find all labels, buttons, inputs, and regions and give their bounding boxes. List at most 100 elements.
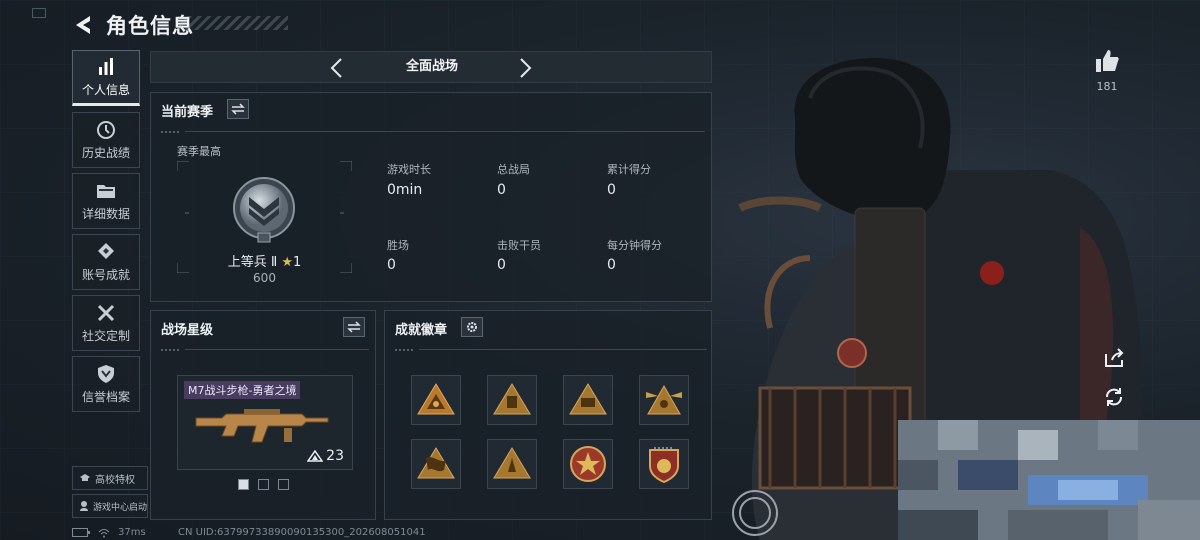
- rifle-icon: [195, 409, 329, 443]
- star-icon: ★: [281, 255, 294, 270]
- stat-value: 0: [607, 257, 616, 273]
- achievement-medal[interactable]: [487, 375, 537, 425]
- mode-title: 全面战场: [405, 59, 458, 74]
- sidebar-item-label: 详细数据: [81, 206, 130, 221]
- swap-icon: [231, 103, 245, 115]
- triangle-medal-icon: [417, 447, 455, 479]
- stat-label: 游戏时长: [387, 163, 431, 176]
- rank-name: 上等兵 Ⅱ ★1: [177, 251, 352, 270]
- stat-label: 总战局: [497, 163, 530, 176]
- sidebar-item-details[interactable]: 详细数据: [72, 173, 140, 229]
- winged-medal-icon: [646, 384, 682, 415]
- stat-value: 0: [607, 182, 616, 198]
- gear-icon: [467, 322, 477, 332]
- tools-icon: [97, 304, 115, 321]
- wifi-icon: [98, 528, 110, 537]
- page-dot[interactable]: [258, 479, 269, 490]
- rank-stars: 1: [293, 255, 302, 270]
- diamond-badge-icon: [98, 242, 114, 259]
- stat-label: 击败干员: [497, 239, 541, 252]
- divider-tick: [395, 349, 415, 351]
- season-title: 当前赛季: [161, 105, 214, 120]
- battlefield-star-panel: 战场星级 M7战斗步枪-勇者之境 23: [150, 310, 376, 520]
- rank-emblem-icon: [233, 177, 295, 243]
- triangle-medal-icon: [493, 383, 531, 415]
- triangle-medal-icon: [493, 447, 531, 479]
- clock-icon: [97, 120, 115, 139]
- divider-line: [185, 349, 369, 350]
- mode-selector: 全面战场: [150, 51, 712, 83]
- thumbs-up-icon[interactable]: [1094, 48, 1120, 74]
- status-bar: 37ms: [72, 527, 146, 538]
- current-season-panel: 当前赛季 赛季最高 上等兵 Ⅱ ★1 600 游戏时长 0min 总战局 0 累…: [150, 92, 712, 302]
- achievement-medal[interactable]: [411, 439, 461, 489]
- graduation-cap-icon: [80, 474, 90, 481]
- sidebar-item-label: 信誉档案: [81, 389, 130, 404]
- rotate-icon[interactable]: [1102, 385, 1126, 409]
- sidebar-item-label: 社交定制: [81, 328, 130, 343]
- person-icon: [80, 501, 88, 511]
- stat-value: 0: [387, 257, 396, 273]
- achievement-medal[interactable]: [639, 375, 689, 425]
- weapon-name: M7战斗步枪-勇者之境: [184, 381, 301, 399]
- share-icon[interactable]: [1102, 346, 1126, 370]
- battery-icon: [72, 528, 90, 537]
- sidebar-item-social-custom[interactable]: 社交定制: [72, 295, 140, 351]
- achievement-settings-button[interactable]: [461, 317, 483, 337]
- stat-label: 胜场: [387, 239, 409, 252]
- swap-icon: [347, 321, 361, 333]
- divider-tick: [161, 131, 181, 133]
- achievement-medal[interactable]: [411, 375, 461, 425]
- stars-switch-button[interactable]: [343, 317, 365, 337]
- corner-decoration: [32, 8, 46, 18]
- triangle-medal-icon: [417, 383, 455, 415]
- divider-line: [185, 131, 705, 132]
- sidebar-item-label: 历史战绩: [81, 145, 130, 160]
- rank-score: 600: [253, 271, 276, 285]
- chevron-left-icon[interactable]: [327, 57, 347, 79]
- chevron-right-icon[interactable]: [515, 57, 535, 79]
- sidebar-item-label: 账号成就: [81, 267, 130, 282]
- sidebar-item-personal-info[interactable]: 个人信息: [72, 50, 140, 106]
- weapon-card[interactable]: M7战斗步枪-勇者之境 23: [177, 375, 353, 470]
- ping-text: 37ms: [118, 527, 146, 538]
- sidebar-item-history[interactable]: 历史战绩: [72, 112, 140, 168]
- stat-label: 累计得分: [607, 163, 651, 176]
- sidebar-item-reputation[interactable]: 信誉档案: [72, 356, 140, 412]
- page-dot[interactable]: [278, 479, 289, 490]
- shield-icon: [98, 364, 114, 383]
- star-level-icon: [307, 450, 324, 462]
- achievement-medal[interactable]: [563, 439, 613, 489]
- campus-privilege-label: 高校特权: [95, 474, 135, 486]
- achievement-medal[interactable]: [639, 439, 689, 489]
- uid-text: CN UID:6379973389009013530​0_20260805104…: [178, 527, 426, 538]
- pixelated-background: [898, 420, 1200, 540]
- weapon-level-value: 23: [326, 448, 344, 464]
- season-best-label: 赛季最高: [177, 145, 221, 158]
- season-switch-button[interactable]: [227, 99, 249, 119]
- achievement-medal[interactable]: [487, 439, 537, 489]
- folder-icon: [97, 184, 115, 198]
- stat-value: 0min: [387, 182, 423, 198]
- stat-label: 每分钟得分: [607, 239, 662, 252]
- game-center-button[interactable]: 游戏中心启动: [72, 494, 148, 518]
- sidebar-item-account-achievements[interactable]: 账号成就: [72, 234, 140, 290]
- shield-medal-icon: [649, 447, 679, 484]
- achievement-badges-panel: 成就徽章: [384, 310, 712, 520]
- game-center-label: 游戏中心启动: [93, 502, 148, 513]
- stat-value: 0: [497, 182, 506, 198]
- rank-name-text: 上等兵 Ⅱ: [227, 255, 278, 270]
- campus-privilege-button[interactable]: 高校特权: [72, 466, 148, 490]
- stat-value: 0: [497, 257, 506, 273]
- back-arrow-icon[interactable]: [70, 12, 96, 38]
- sidebar-item-label: 个人信息: [81, 82, 130, 97]
- divider-line: [419, 349, 707, 350]
- page-dot-active[interactable]: [238, 479, 249, 490]
- achievement-medal[interactable]: [563, 375, 613, 425]
- divider-tick: [161, 349, 181, 351]
- round-medal-icon: [570, 446, 606, 482]
- stars-title: 战场星级: [161, 323, 214, 338]
- triangle-medal-icon: [569, 383, 607, 415]
- like-count: 181: [1096, 80, 1118, 93]
- weapon-star-level: 23: [307, 448, 344, 464]
